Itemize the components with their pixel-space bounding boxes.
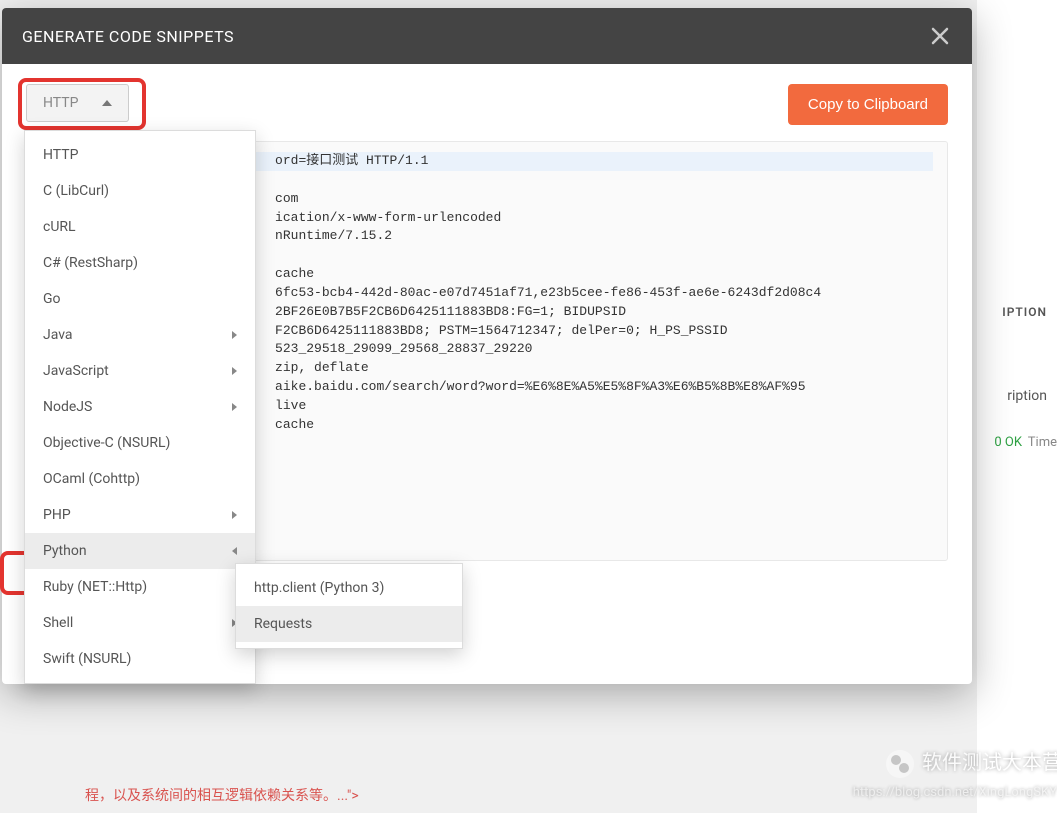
- menu-item-shell[interactable]: Shell: [25, 605, 255, 641]
- toolbar: HTTP HTTPC (LibCurl)cURLC# (RestSharp)Go…: [26, 84, 948, 125]
- modal-body: HTTP HTTP C (LibCurl) cURL C# (RestSharp) Go…: [2, 64, 972, 684]
- chevron-right-icon: [232, 547, 237, 555]
- menu-item-label: Objective-C (NSURL): [43, 435, 170, 451]
- menu-item-label: OCaml (Cohttp): [43, 471, 140, 487]
- dropdown-label: HTTP: [43, 95, 78, 111]
- close-icon: [931, 27, 949, 45]
- menu-item-javascript[interactable]: JavaScript: [25, 353, 255, 389]
- menu-item-curl[interactable]: cURL: [25, 209, 255, 245]
- close-button[interactable]: [928, 24, 952, 48]
- bg-status-ok: 0 OK: [994, 435, 1022, 450]
- menu-item-c-restsharp-[interactable]: C# (RestSharp): [25, 245, 255, 281]
- code-snippets-modal: GENERATE CODE SNIPPETS HTTP HTTP C (LibCu…: [2, 8, 972, 684]
- bg-description-header: IPTION: [1002, 305, 1047, 319]
- submenu-item-label: Requests: [254, 616, 312, 632]
- language-menu: HTTP C (LibCurl) cURL C# (RestSharp) Go Java J…: [24, 130, 256, 684]
- language-dropdown-wrap: HTTP HTTPC (LibCurl)cURLC# (RestSharp)Go…: [26, 84, 129, 122]
- bg-bottom-text: 程，以及系统间的相互逻辑依赖关系等。...">: [85, 785, 359, 805]
- menu-item-go[interactable]: Go: [25, 281, 255, 317]
- menu-item-http[interactable]: HTTP: [25, 137, 255, 173]
- chevron-right-icon: [232, 367, 237, 375]
- menu-item-python[interactable]: Python: [25, 533, 255, 569]
- menu-item-label: Ruby (NET::Http): [43, 579, 147, 595]
- menu-item-label: Python: [43, 543, 87, 559]
- menu-item-label: HTTP: [43, 147, 78, 163]
- menu-item-label: C# (RestSharp): [43, 255, 138, 271]
- submenu-item-http-client-python-3-[interactable]: http.client (Python 3): [236, 570, 462, 606]
- menu-item-ocaml-cohttp-[interactable]: OCaml (Cohttp): [25, 461, 255, 497]
- menu-item-label: cURL: [43, 219, 76, 235]
- chevron-up-icon: [102, 100, 112, 106]
- submenu-item-requests[interactable]: Requests: [236, 606, 462, 642]
- menu-item-label: Shell: [43, 615, 73, 631]
- menu-item-label: Java: [43, 327, 73, 343]
- menu-item-label: Go: [43, 291, 61, 307]
- menu-item-label: Swift (NSURL): [43, 651, 131, 667]
- menu-item-objective-c-nsurl-[interactable]: Objective-C (NSURL): [25, 425, 255, 461]
- menu-item-c-libcurl-[interactable]: C (LibCurl): [25, 173, 255, 209]
- menu-item-swift-nsurl-[interactable]: Swift (NSURL): [25, 641, 255, 677]
- bg-ription-text: ription: [1007, 388, 1047, 404]
- menu-item-label: JavaScript: [43, 363, 109, 379]
- submenu-item-label: http.client (Python 3): [254, 580, 384, 596]
- python-submenu: http.client (Python 3) Requests: [235, 563, 463, 649]
- menu-item-php[interactable]: PHP: [25, 497, 255, 533]
- modal-title: GENERATE CODE SNIPPETS: [22, 27, 234, 46]
- menu-item-ruby-net-http-[interactable]: Ruby (NET::Http): [25, 569, 255, 605]
- bg-time-label: Time: [1028, 435, 1057, 450]
- background-panel: IPTION ription 0 OK Time: [977, 0, 1057, 813]
- menu-item-java[interactable]: Java: [25, 317, 255, 353]
- menu-item-label: NodeJS: [43, 399, 92, 415]
- wechat-icon: [886, 750, 914, 778]
- chevron-right-icon: [232, 403, 237, 411]
- menu-item-label: PHP: [43, 507, 71, 523]
- copy-to-clipboard-button[interactable]: Copy to Clipboard: [788, 84, 948, 125]
- chevron-right-icon: [232, 331, 237, 339]
- menu-item-nodejs[interactable]: NodeJS: [25, 389, 255, 425]
- modal-header: GENERATE CODE SNIPPETS: [2, 8, 972, 64]
- language-dropdown-button[interactable]: HTTP: [26, 84, 129, 122]
- chevron-right-icon: [232, 511, 237, 519]
- menu-item-label: C (LibCurl): [43, 183, 109, 199]
